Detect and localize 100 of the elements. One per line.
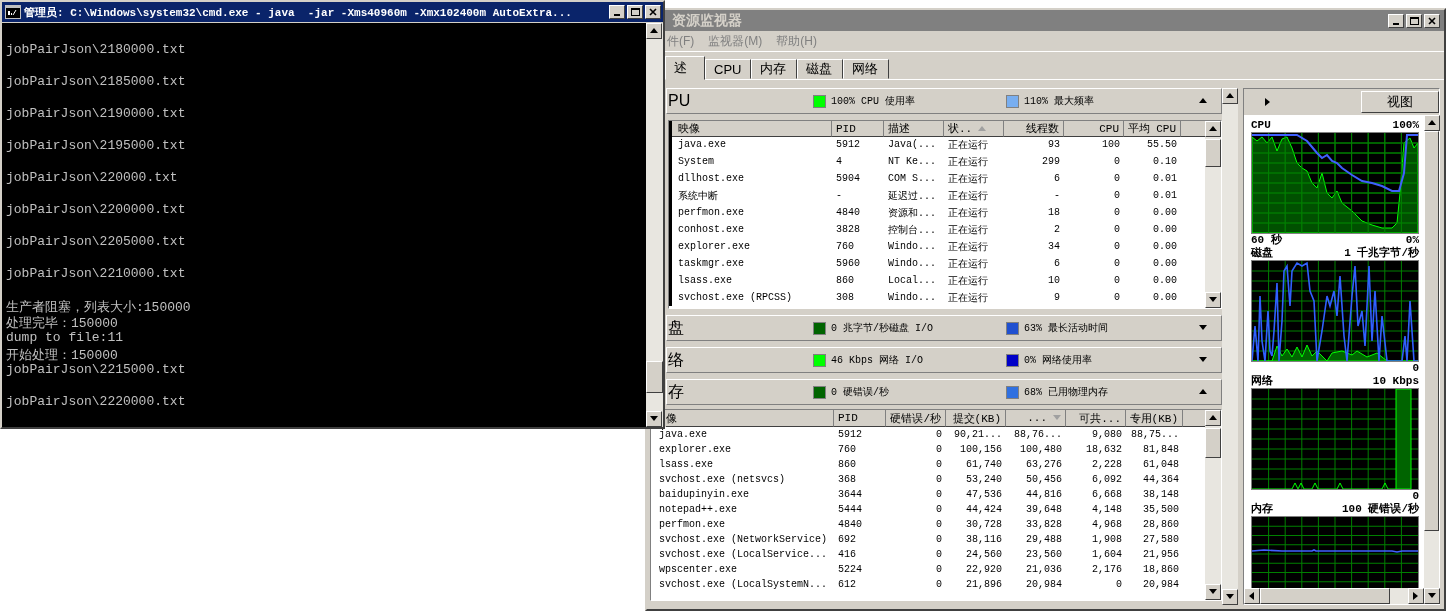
column-header[interactable]: 硬错误/秒 [886,410,946,427]
table-cell-text: 368 [837,473,857,487]
close-icon [649,8,657,16]
scrollbar[interactable] [1222,88,1238,605]
column-header[interactable]: 提交(KB) [946,410,1006,427]
tab[interactable]: 述 [665,56,705,80]
table-cell-text: 3644 [837,488,863,502]
table-cell-text: 860 [837,458,857,472]
maximize-button[interactable] [627,5,643,19]
table-cell-text: 正在运行 [947,257,989,272]
table-cell: System [669,153,832,170]
table-cell-text: COM S... [887,172,937,186]
column-header[interactable]: 平均 CPU [1124,121,1181,137]
table-cell-text: 0.10 [1152,155,1178,169]
column-header[interactable]: 映像 [669,121,832,137]
scrollbar[interactable] [646,23,663,427]
table-cell-text: 0.00 [1152,206,1178,220]
scrollbar[interactable] [1205,410,1221,600]
table-cell-text: 308 [835,291,855,305]
tab[interactable]: 内存 [751,59,797,79]
table-cell-text: 38,148 [1142,488,1180,502]
scroll-down-button[interactable] [1424,588,1440,604]
scroll-right-button[interactable] [1408,588,1424,604]
scroll-thumb[interactable] [646,361,663,393]
table-cell-text: 6,092 [1091,473,1123,487]
table-cell-text: 0 [935,428,943,442]
column-header[interactable]: PID [834,410,886,427]
up-arrow-icon [650,27,658,35]
console-line: 生产者阻塞，列表大小:150000 [6,299,192,314]
scrollbar[interactable] [1205,121,1221,308]
column-header[interactable]: PID [832,121,884,137]
graph-min-label: 0 [1412,362,1419,375]
section-header[interactable]: 盘 0 兆字节/秒磁盘 I/O 63% 最长活动时间 [666,315,1222,341]
scroll-down-button[interactable] [1222,589,1238,605]
scroll-up-button[interactable] [1205,410,1221,426]
table-cell-text: perfmon.exe [658,518,726,532]
graph-scale: 10 Kbps [1372,375,1419,388]
section-title: 存 [667,381,684,402]
section-header[interactable]: 络 46 Kbps 网络 I/O 0% 网络使用率 [666,347,1222,373]
tab[interactable]: 网络 [843,59,889,79]
minimize-button[interactable] [1388,13,1404,28]
table-cell-text: 61,740 [965,458,1003,472]
table-cell-text: 6 [1053,172,1061,186]
scroll-left-button[interactable] [1244,588,1260,604]
column-header[interactable]: 描述 [884,121,944,137]
scroll-thumb[interactable] [1205,139,1221,167]
scrollbar[interactable] [1424,115,1439,604]
table-cell: java.exe [669,136,832,153]
tab[interactable]: CPU [705,59,751,79]
scroll-up-button[interactable] [1205,121,1221,137]
table-cell-text: 0 [935,578,943,592]
scroll-thumb[interactable] [1260,588,1390,604]
scrollbar[interactable] [1244,588,1424,604]
table-cell: svchost.exe (RPCSS) [669,289,832,306]
column-header[interactable]: 线程数 [1004,121,1064,137]
close-button[interactable] [645,5,661,19]
scroll-down-button[interactable] [1205,292,1221,308]
table-cell-text: 0 [935,563,943,577]
column-header[interactable]: 状.. [944,121,1004,137]
scroll-down-button[interactable] [646,411,662,427]
table-cell-text: 18 [1047,206,1061,220]
scroll-up-button[interactable] [1222,88,1238,104]
table-cell-text: 0 [1113,291,1121,305]
section-title: 盘 [667,317,684,338]
table-cell-text: 0 [935,533,943,547]
scroll-down-button[interactable] [1205,584,1221,600]
table-cell-text: lsass.exe [658,458,714,472]
table-cell-text: 正在运行 [947,138,989,153]
up-arrow-icon [1209,125,1217,133]
down-arrow-icon [1226,593,1234,601]
scroll-up-button[interactable] [1424,115,1440,131]
maximize-button[interactable] [1406,13,1422,28]
table-cell-text: 29,488 [1025,533,1063,547]
column-header[interactable]: 可共... [1066,410,1126,427]
down-arrow-icon [650,415,658,423]
section-header[interactable]: 存 0 硬错误/秒 68% 已用物理内存 [666,379,1222,405]
console-line: jobPairJson\2215000.txt [6,362,187,378]
column-header[interactable]: 像 [666,410,834,427]
table-cell-text: svchost.exe (netsvcs) [658,473,787,487]
column-header[interactable]: CPU [1064,121,1124,137]
scroll-up-button[interactable] [646,23,662,39]
table-cell-text: 39,648 [1025,503,1063,517]
view-button[interactable]: 视图 [1361,91,1439,113]
table-cell-text: 0 [1113,240,1121,254]
close-button[interactable] [1424,13,1440,28]
sort-arrow-icon [978,124,987,133]
right-arrow-icon [1264,98,1272,106]
table-cell-text: 23,560 [1025,548,1063,562]
table-cell-text: 2,176 [1091,563,1123,577]
table-cell-text: 20,984 [1025,578,1063,592]
minimize-button[interactable] [609,5,625,19]
tab[interactable]: 磁盘 [797,59,843,79]
table-cell-text: 4 [835,155,843,169]
up-arrow-icon [1226,92,1234,100]
scroll-thumb[interactable] [1205,428,1221,458]
column-header[interactable]: 专用(KB) [1126,410,1183,427]
table-cell-text: svchost.exe (LocalSystemN... [658,578,829,592]
column-header[interactable]: ... [1006,410,1066,427]
section-header[interactable]: PU 100% CPU 使用率 110% 最大频率 [666,88,1222,114]
scroll-thumb[interactable] [1424,131,1439,531]
